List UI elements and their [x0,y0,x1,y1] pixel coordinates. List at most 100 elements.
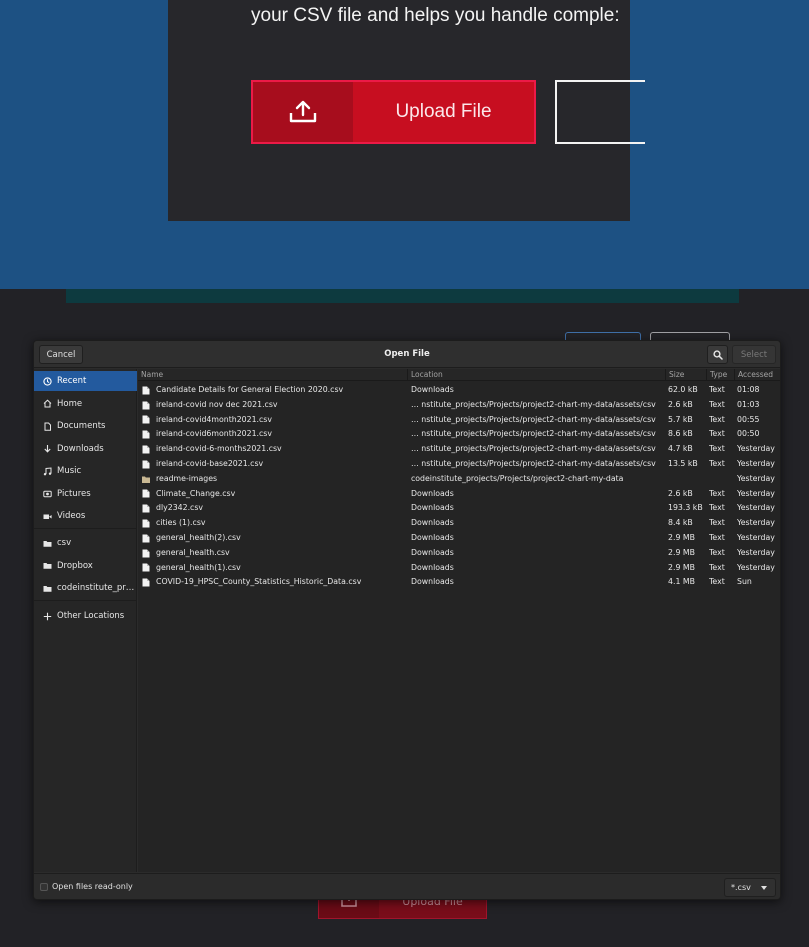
file-size: 8.4 kB [668,518,693,528]
file-accessed: 00:50 [737,429,760,439]
file-size: 13.5 kB [668,459,698,468]
file-name: ireland-covid6month2021.csv [156,429,272,439]
file-accessed: 01:03 [737,399,760,409]
file-row[interactable]: cities (1).csv Downloads 8.4 kB Text Yesterd… [138,516,780,531]
upload-icon [253,82,353,142]
sidebar-item-other-locations[interactable]: Other Locations [34,606,137,626]
file-row[interactable]: ireland-covid6month2021.csv … nstitute_pr… [138,427,780,442]
file-type: Text [709,444,725,454]
column-size[interactable]: Size [665,369,706,381]
video-icon [42,512,52,521]
file-row[interactable]: general_health(1).csv Downloads 2.9 MB Text… [138,561,780,576]
sidebar-item-label: Other Locations [57,611,125,621]
open-file-dialog: Cancel Open File Select Recent Home Docu… [33,340,781,900]
sidebar-item-downloads[interactable]: Downloads [34,439,137,459]
select-button[interactable]: Select [732,345,776,364]
file-name-cell: ireland-covid nov dec 2021.csv [142,398,408,413]
file-size: 2.9 MB [668,562,695,572]
file-type [709,472,735,487]
file-row[interactable]: ireland-covid nov dec 2021.csv … nstitute… [138,398,780,413]
sidebar-item-videos[interactable]: Videos [34,506,137,526]
file-row[interactable]: ireland-covid4month2021.csv … nstitute_pr… [138,413,780,428]
plus-icon [42,612,52,621]
file-size: 62.0 kB [668,385,698,394]
folder-icon [42,539,52,548]
file-icon [142,578,150,587]
column-type[interactable]: Type [706,369,734,381]
file-location: Downloads [411,562,454,572]
file-size: 8.6 kB [668,429,693,439]
secondary-outline-button[interactable] [555,80,645,144]
read-only-checkbox[interactable] [40,883,48,891]
file-size: 193.3 kB [668,503,703,513]
sidebar-item-label: Recent [57,376,87,386]
sidebar-item-music[interactable]: Music [34,461,137,481]
upload-file-button[interactable]: Upload File [251,80,536,144]
file-name-cell: ireland-covid-base2021.csv [142,457,408,472]
file-row[interactable]: ireland-covid-base2021.csv … nstitute_pro… [138,457,780,472]
file-accessed: Yesterday [737,459,775,468]
download-icon [42,444,52,453]
file-row[interactable]: general_health.csv Downloads 2.9 MB Text Yes… [138,546,780,561]
file-location: Downloads [411,385,454,394]
sidebar-item-csv[interactable]: csv [34,533,137,553]
file-row[interactable]: readme-images codeinstitute_projects/Proj… [138,472,780,487]
file-size [668,472,706,487]
sidebar-item-label: Home [57,398,83,409]
file-name-cell: readme-images [142,472,408,487]
sidebar-item-dropbox[interactable]: Dropbox [34,556,137,576]
file-row[interactable]: Candidate Details for General Election 2… [138,383,780,398]
sidebar-item-pictures[interactable]: Pictures [34,484,137,504]
file-name-cell: dly2342.csv [142,501,408,516]
file-name-cell: general_health(2).csv [142,531,408,546]
sidebar-item-recent[interactable]: Recent [34,371,137,391]
file-row[interactable]: general_health(2).csv Downloads 2.9 MB Text… [138,531,780,546]
sidebar-item-label: codeinstitute_pr… [57,583,135,593]
file-row[interactable]: Climate_Change.csv Downloads 2.6 kB Text Yes… [138,487,780,502]
file-location: Downloads [411,488,454,498]
sidebar-item-codeinstitute[interactable]: codeinstitute_pr… [34,578,137,598]
file-name-cell: ireland-covid6month2021.csv [142,427,408,442]
file-icon [142,563,150,572]
home-icon [42,399,52,408]
file-row[interactable]: COVID-19_HPSC_County_Statistics_Historic… [138,575,780,590]
file-type: Text [709,488,725,498]
camera-icon [42,489,52,498]
column-location[interactable]: Location [407,369,665,381]
read-only-label: Open files read-only [52,882,133,891]
file-location: codeinstitute_projects/Projects/project2… [411,473,624,483]
file-type: Text [709,429,725,439]
sidebar-item-label: Downloads [57,443,104,454]
sidebar-item-label: Dropbox [57,560,93,571]
file-name-cell: general_health.csv [142,546,408,561]
cancel-button[interactable]: Cancel [39,345,83,364]
file-icon [142,445,150,454]
column-accessed[interactable]: Accessed [734,369,780,381]
file-size: 4.1 MB [668,577,695,587]
file-size: 2.6 kB [668,488,693,498]
file-location: Downloads [411,503,454,513]
file-name-cell: general_health(1).csv [142,561,408,576]
sidebar-item-documents[interactable]: Documents [34,416,137,436]
file-accessed: 01:08 [737,385,760,394]
file-name: dly2342.csv [156,503,204,513]
sidebar-item-home[interactable]: Home [34,394,137,414]
file-accessed: Yesterday [737,473,775,483]
clock-icon [42,376,52,386]
sidebar-item-label: Documents [57,421,106,431]
file-type: Text [709,562,725,572]
file-type: Text [709,385,725,394]
hero-tagline: your CSV file and helps you handle compl… [251,5,620,26]
file-icon [142,401,150,410]
sidebar-separator [34,528,137,529]
file-list-header: Name Location Size Type Accessed [138,369,780,381]
file-type-filter[interactable]: *.csv [724,878,776,897]
file-name-cell: COVID-19_HPSC_County_Statistics_Historic… [142,575,408,590]
file-type: Text [709,533,725,542]
file-row[interactable]: dly2342.csv Downloads 193.3 kB Text Yesterda… [138,501,780,516]
column-name[interactable]: Name [138,369,407,381]
search-button[interactable] [707,345,728,364]
file-row[interactable]: ireland-covid-6-months2021.csv … nstitute… [138,442,780,457]
folder-icon [42,584,52,593]
file-location: … nstitute_projects/Projects/project2-ch… [411,414,656,424]
